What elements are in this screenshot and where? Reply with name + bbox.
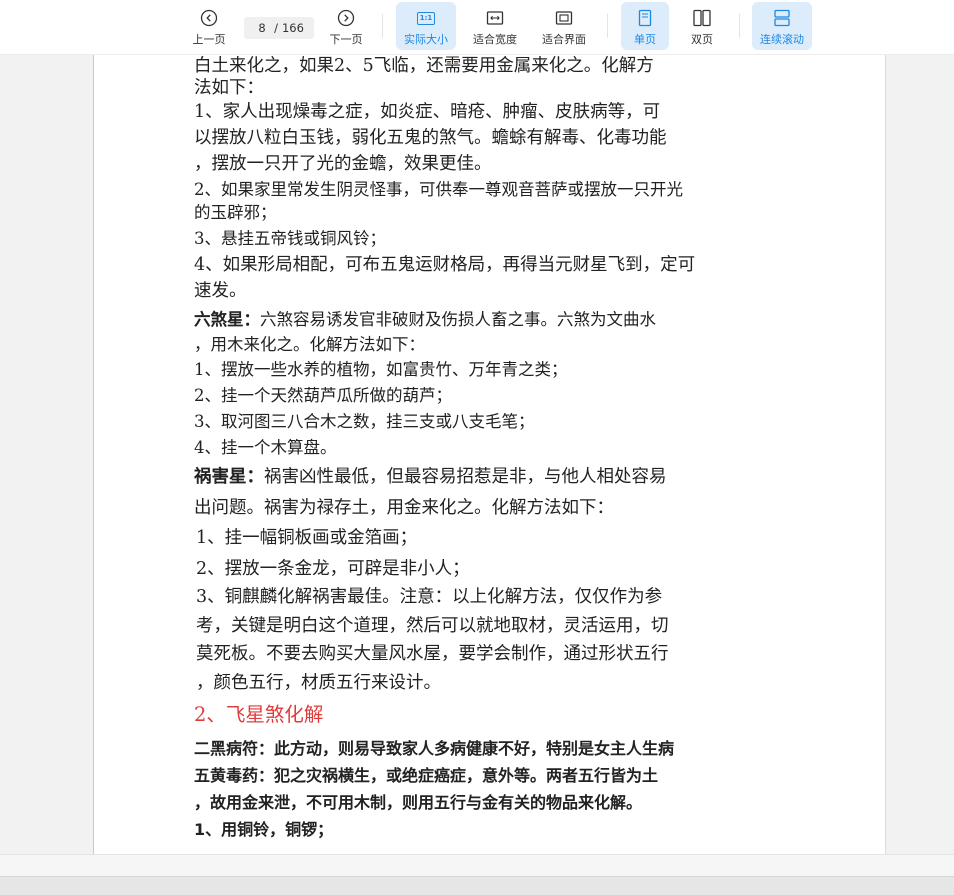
actual-size-button[interactable]: 1:1 实际大小: [396, 2, 456, 50]
line-text: 1、挂一幅铜板画或金箔画；: [196, 528, 418, 548]
text-line: 的玉辟邪；: [194, 199, 277, 223]
double-page-button[interactable]: 双页: [678, 2, 726, 50]
line-text: 出问题。祸害为禄存土，用金来化之。化解方法如下：: [194, 498, 614, 518]
fit-width-label: 适合宽度: [473, 33, 517, 46]
text-line: 2、摆放一条金龙，可辟是非小人；: [196, 555, 470, 580]
text-line: 出问题。祸害为禄存土，用金来化之。化解方法如下：: [194, 494, 614, 519]
next-page-button[interactable]: 下一页: [324, 2, 368, 50]
next-page-label: 下一页: [329, 33, 363, 46]
line-text: 2、挂一个天然葫芦瓜所做的葫芦；: [194, 386, 452, 405]
double-page-label: 双页: [691, 33, 713, 46]
page-separator: /: [274, 21, 278, 35]
line-text: 六煞容易诱发官非破财及伤损人畜之事。六煞为文曲水: [260, 310, 656, 329]
text-line: 3、悬挂五帝钱或铜风铃；: [194, 225, 386, 249]
text-line: 2、飞星煞化解: [194, 698, 323, 727]
line-text: 3、铜麒麟化解祸害最佳。注意：以上化解方法，仅仅作为参: [196, 587, 663, 607]
text-line: 1、摆放一些水养的植物，如富贵竹、万年青之类；: [194, 356, 568, 380]
text-line: ，用木来化之。化解方法如下：: [194, 331, 425, 355]
fit-width-button[interactable]: 适合宽度: [466, 2, 524, 50]
chevron-left-circle-icon: [200, 8, 218, 28]
line-text: 莫死板。不要去购买大量风水屋，要学会制作，通过形状五行: [196, 644, 669, 664]
viewer-bottom-strip: [0, 854, 954, 877]
text-line: 速发。: [194, 277, 247, 302]
continuous-scroll-label: 连续滚动: [760, 33, 804, 46]
toolbar-divider: [382, 14, 383, 38]
current-page-input[interactable]: [254, 21, 271, 35]
line-text: 3、取河图三八合木之数，挂三支或八支毛笔；: [194, 412, 535, 431]
text-line: ，故用金来泄，不可用木制，则用五行与金有关的物品来化解。: [194, 789, 642, 813]
total-pages: 166: [281, 21, 304, 35]
line-text: 考，关键是明白这个道理，然后可以就地取材，灵活运用，切: [196, 616, 669, 636]
text-line: 六煞星：六煞容易诱发官非破财及伤损人畜之事。六煞为文曲水: [194, 306, 656, 330]
page-indicator: / 166: [244, 17, 314, 39]
fit-page-label: 适合界面: [542, 33, 586, 46]
line-text: 3、悬挂五帝钱或铜风铃；: [194, 229, 386, 248]
line-text: 以摆放八粒白玉钱，弱化五鬼的煞气。蟾蜍有解毒、化毒功能: [194, 128, 667, 148]
double-page-icon: [692, 8, 712, 28]
line-text: ，用木来化之。化解方法如下：: [194, 335, 425, 354]
line-text: 1、摆放一些水养的植物，如富贵竹、万年青之类；: [194, 360, 568, 379]
line-text: ，摆放一只开了光的金蟾，效果更佳。: [194, 154, 492, 174]
single-page-button[interactable]: 单页: [621, 2, 669, 50]
status-bar: [0, 876, 954, 895]
prev-page-label: 上一页: [192, 33, 226, 46]
fit-page-button[interactable]: 适合界面: [535, 2, 593, 50]
line-text: 2、摆放一条金龙，可辟是非小人；: [196, 559, 470, 579]
toolbar-divider: [739, 14, 740, 38]
text-line: 莫死板。不要去购买大量风水屋，要学会制作，通过形状五行: [196, 640, 669, 665]
text-line: 2、挂一个天然葫芦瓜所做的葫芦；: [194, 382, 452, 406]
fit-page-icon: [555, 8, 573, 28]
text-line: 考，关键是明白这个道理，然后可以就地取材，灵活运用，切: [196, 612, 669, 637]
text-line: 2、如果家里常发生阴灵怪事，可供奉一尊观音菩萨或摆放一只开光: [194, 176, 683, 200]
line-text: ，颜色五行，材质五行来设计。: [196, 673, 441, 693]
text-line: 1、挂一幅铜板画或金箔画；: [196, 524, 417, 549]
single-page-label: 单页: [634, 33, 656, 46]
line-text: 4、挂一个木算盘。: [194, 438, 337, 457]
chevron-right-circle-icon: [337, 8, 355, 28]
actual-size-icon: 1:1: [417, 8, 435, 28]
line-text: 速发。: [194, 281, 247, 301]
toolbar-divider: [607, 14, 608, 38]
text-line: 五黄毒药：犯之灾祸横生，或绝症癌症，意外等。两者五行皆为土: [194, 762, 658, 786]
line-text: 1、用铜铃，铜锣；: [194, 820, 334, 839]
continuous-scroll-button[interactable]: 连续滚动: [752, 2, 812, 50]
section-term: 六煞星：: [194, 310, 260, 329]
text-line: 二黑病符：此方动，则易导致家人多病健康不好，特别是女主人生病: [194, 735, 674, 759]
viewer-toolbar: 上一页 / 166 下一页 1:1 实际大小 适合宽度 适合界面: [0, 0, 954, 55]
text-line: 祸害星：祸害凶性最低，但最容易招惹是非，与他人相处容易: [194, 463, 667, 488]
text-line: 4、如果形局相配，可布五鬼运财格局，再得当元财星飞到，定可: [194, 251, 695, 276]
text-line: ，摆放一只开了光的金蟾，效果更佳。: [194, 150, 492, 175]
line-text: ，故用金来泄，不可用木制，则用五行与金有关的物品来化解。: [194, 793, 643, 812]
line-text: 五黄毒药：犯之灾祸横生，或绝症癌症，意外等。两者五行皆为土: [194, 766, 659, 785]
prev-page-button[interactable]: 上一页: [187, 2, 231, 50]
document-page: 白土来化之，如果2、5飞临，还需要用金属来化之。化解方 法如下： 1、家人出现燥毒之…: [93, 54, 886, 854]
text-line: 1、用铜铃，铜锣；: [194, 816, 333, 840]
text-line: 1、家人出现燥毒之症，如炎症、暗疮、肿瘤、皮肤病等，可: [194, 98, 660, 123]
line-text: 2、飞星煞化解: [194, 703, 324, 726]
fit-width-icon: [486, 8, 504, 28]
line-text: 白土来化之，如果2、5飞临，还需要用金属来化之。化解方: [194, 56, 654, 76]
line-text: 祸害凶性最低，但最容易招惹是非，与他人相处容易: [264, 467, 667, 487]
continuous-scroll-icon: [773, 8, 791, 28]
line-text: 4、如果形局相配，可布五鬼运财格局，再得当元财星飞到，定可: [194, 255, 696, 275]
text-line: 4、挂一个木算盘。: [194, 434, 337, 458]
text-line: 以摆放八粒白玉钱，弱化五鬼的煞气。蟾蜍有解毒、化毒功能: [194, 124, 667, 149]
line-text: 2、如果家里常发生阴灵怪事，可供奉一尊观音菩萨或摆放一只开光: [194, 180, 683, 199]
actual-size-label: 实际大小: [404, 33, 448, 46]
section-term: 祸害星：: [194, 467, 264, 487]
text-line: 3、取河图三八合木之数，挂三支或八支毛笔；: [194, 408, 535, 432]
text-line: ，颜色五行，材质五行来设计。: [196, 669, 441, 694]
line-text: 1、家人出现燥毒之症，如炎症、暗疮、肿瘤、皮肤病等，可: [194, 102, 661, 122]
line-text: 的玉辟邪；: [194, 203, 277, 222]
line-text: 法如下：: [194, 78, 264, 98]
text-line: 法如下：: [194, 74, 264, 99]
line-text: 二黑病符：此方动，则易导致家人多病健康不好，特别是女主人生病: [194, 739, 675, 758]
single-page-icon: [637, 8, 653, 28]
text-line: 3、铜麒麟化解祸害最佳。注意：以上化解方法，仅仅作为参: [196, 583, 662, 608]
document-viewport[interactable]: 白土来化之，如果2、5飞临，还需要用金属来化之。化解方 法如下： 1、家人出现燥毒之…: [0, 54, 954, 854]
